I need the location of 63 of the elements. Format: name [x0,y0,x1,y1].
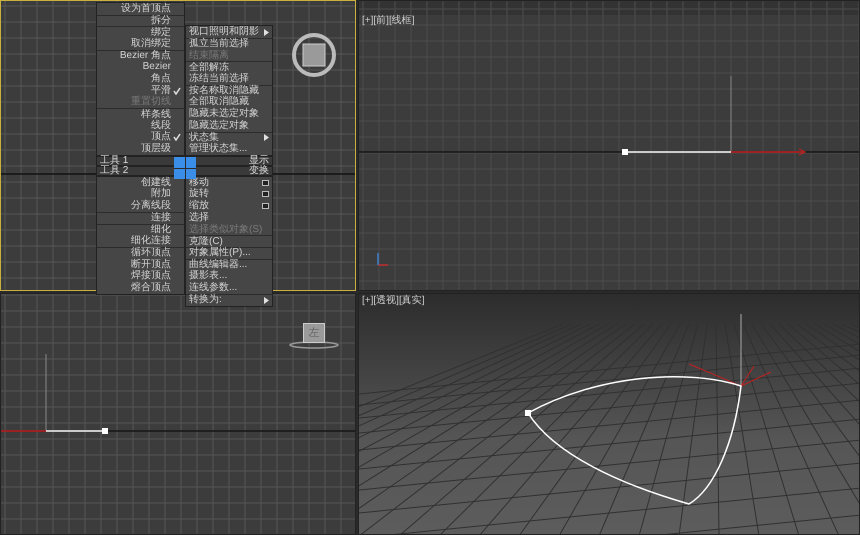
menu-item[interactable]: 取消绑定 [97,38,184,50]
menu-item[interactable]: Bezier [97,61,184,74]
menu-item[interactable]: 对象属性(P)... [186,247,272,259]
menu-item[interactable]: 转换为: [186,294,272,306]
menu-item[interactable]: 曲线编辑器... [186,258,272,270]
submenu-arrow-icon [264,28,269,36]
menu-item[interactable]: 循环顶点 [97,247,184,259]
menu-item[interactable]: 全部取消隐藏 [186,96,272,108]
menu-item[interactable]: 全部解冻 [186,61,272,74]
quadrant-title: 工具 1 [100,156,128,166]
menu-item[interactable]: 孤立当前选择 [186,38,272,50]
menu-item[interactable]: 连线参数... [186,282,272,294]
menu-item[interactable]: 旋转 [186,188,272,200]
menu-item[interactable]: 视口照明和阴影 [186,26,272,38]
menu-item[interactable]: 线段 [97,120,184,132]
menu-item[interactable]: 管理状态集... [186,143,272,155]
menu-item[interactable]: 状态集 [186,132,272,144]
viewport[interactable]: [+][透视][真实] [358,293,860,535]
menu-item[interactable]: 平滑 [97,84,184,96]
menu-item[interactable]: 隐藏未选定对象 [186,108,272,120]
menu-item[interactable]: Bezier 角点 [97,50,184,62]
menu-item[interactable]: 摄影表... [186,270,272,282]
spline-drawing [46,428,108,434]
x-axis-line [1,430,46,432]
menu-item[interactable]: 细化连接 [97,235,184,248]
check-icon [173,133,181,142]
axis-tripod-icon [377,253,388,266]
menu-item[interactable]: 附加 [97,188,184,200]
options-box-icon [262,203,269,210]
menu-item[interactable]: 样条线 [97,108,184,120]
menu-item[interactable]: 隐藏选定对象 [186,120,272,132]
menu-item[interactable]: 断开顶点 [97,258,184,270]
viewport-label[interactable]: [+][前][线框] [362,15,415,27]
quad-selector-icon[interactable] [174,157,196,179]
quadrant-title: 显示 [249,156,269,166]
options-box-icon [262,180,269,186]
menu-item[interactable]: 克隆(C) [186,235,272,248]
menu-item[interactable]: 选择 [186,212,272,224]
menu-item[interactable]: 角点 [97,73,184,85]
submenu-arrow-icon [264,134,269,142]
menu-item[interactable]: 熔合顶点 [97,282,184,294]
menu-item[interactable]: 绑定 [97,26,184,38]
quadrant-title: 变换 [249,166,269,176]
menu-item[interactable]: 细化 [97,224,184,236]
menu-item[interactable]: 冻结当前选择 [186,73,272,85]
menu-item[interactable]: 焊接顶点 [97,270,184,282]
menu-item[interactable]: 缩放 [186,200,272,212]
menu-item[interactable]: 按名称取消隐藏 [186,84,272,96]
quadrant-title: 工具 2 [100,166,128,176]
viewcube-shadow-icon [289,341,339,349]
menu-item[interactable]: 拆分 [97,14,184,26]
submenu-arrow-icon [264,296,269,304]
viewport[interactable]: [+][前][线框] [358,0,860,291]
menu-item[interactable]: 顶点 [97,132,184,144]
viewcube-icon[interactable] [292,33,336,77]
menu-item[interactable]: 连接 [97,212,184,224]
menu-item[interactable]: 创建线 [97,176,184,189]
viewport-label[interactable]: [+][透视][真实] [362,295,425,307]
menu-item[interactable]: 顶层级 [97,143,184,155]
check-icon [173,86,181,95]
options-box-icon [262,191,269,198]
menu-item[interactable]: 设为首顶点 [97,3,184,15]
menu-item[interactable]: 分离线段 [97,200,184,212]
